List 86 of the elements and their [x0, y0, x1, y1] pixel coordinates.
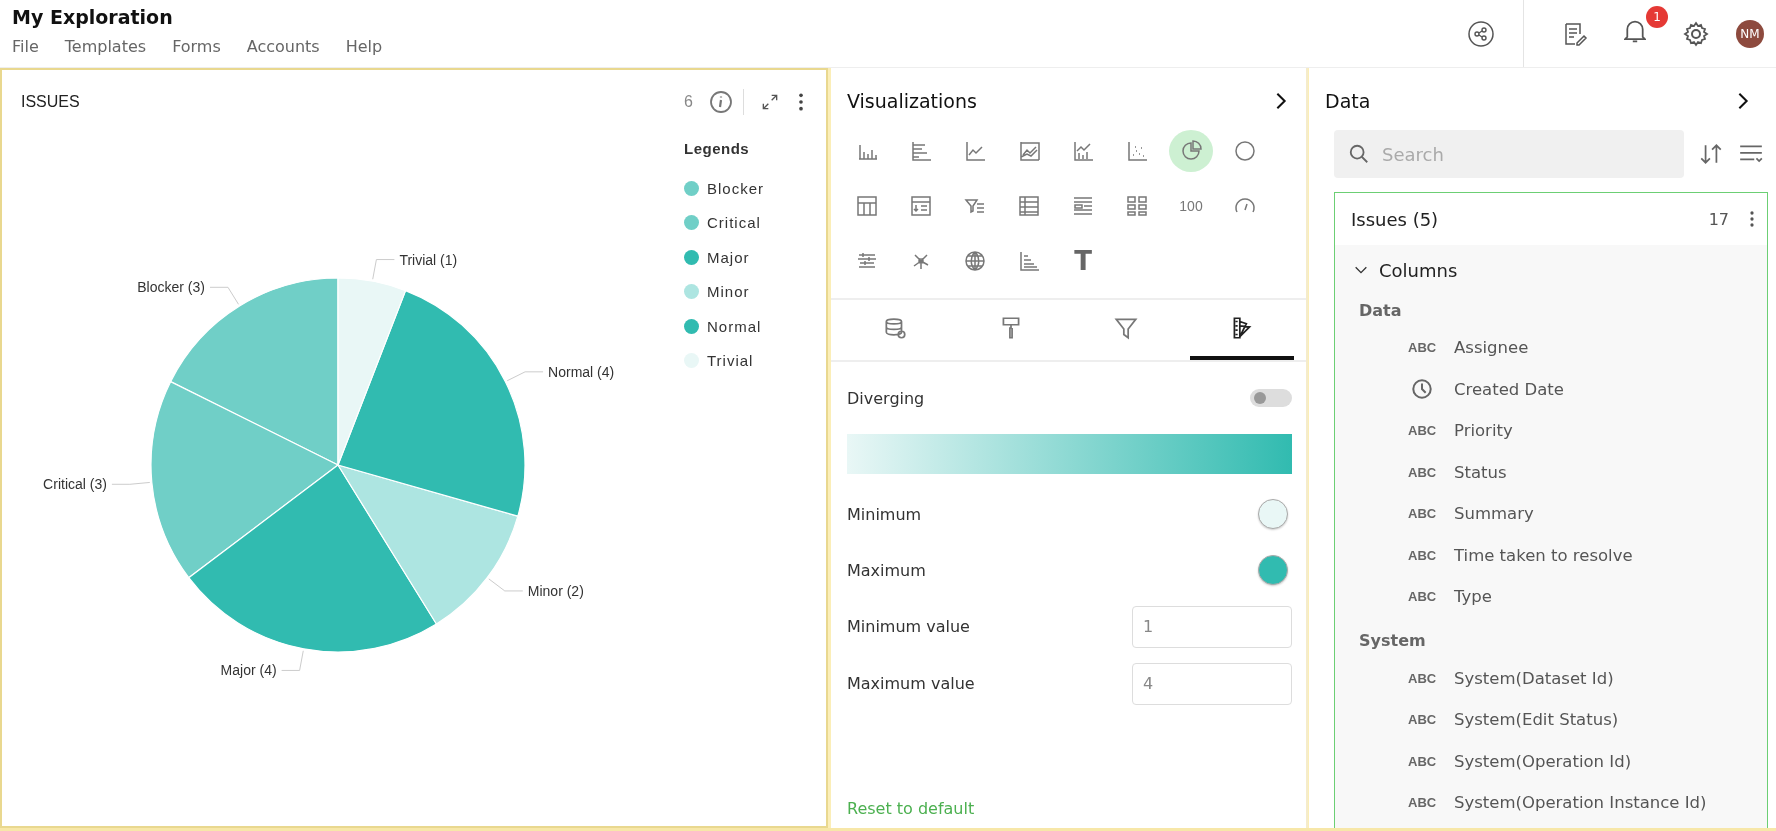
pie-slice[interactable] [337, 464, 519, 625]
share-icon[interactable] [1467, 19, 1495, 48]
notification-badge: 1 [1646, 5, 1668, 28]
slice-label: Trivial (1) [399, 251, 458, 268]
field-name[interactable]: Priority [1454, 421, 1513, 441]
field-name[interactable]: Summary [1454, 504, 1534, 524]
expand-icon[interactable] [760, 92, 780, 112]
type-label: ABC [1408, 712, 1437, 728]
legend-label[interactable]: Trivial [707, 352, 754, 370]
more-icon[interactable] [798, 92, 804, 112]
legend-title: Legends [684, 140, 751, 157]
menu-item[interactable]: Templates [64, 37, 147, 56]
leader-line [281, 650, 304, 671]
value-field[interactable]: 4 [1132, 662, 1292, 705]
slice-label: Critical (3) [43, 476, 107, 493]
legend-label[interactable]: Critical [707, 214, 761, 232]
menu-item[interactable]: Forms [172, 37, 221, 56]
leader-line [506, 371, 544, 382]
legend-label[interactable]: Minor [707, 283, 750, 301]
type-label: ABC [1408, 589, 1437, 605]
chart-title: ISSUES [21, 93, 80, 111]
setting-label: Diverging [847, 388, 925, 408]
record-count: 6 [684, 93, 693, 111]
value-field[interactable]: 1 [1132, 605, 1292, 648]
leader-line [488, 578, 524, 592]
field-name[interactable]: Assignee [1454, 338, 1529, 358]
type-label: ABC [1408, 340, 1437, 356]
section-title[interactable]: Columns [1379, 259, 1458, 281]
group-label: Data [1358, 299, 1403, 322]
field-name[interactable]: Time taken to resolve [1454, 545, 1633, 565]
menu-item[interactable]: File [12, 37, 39, 56]
field-name[interactable]: System(Operation Instance Id) [1454, 793, 1707, 813]
slice-label: Major (4) [220, 662, 277, 679]
type-label: ABC [1408, 753, 1437, 769]
color-swatch[interactable] [1258, 555, 1288, 585]
filter-icon [1113, 315, 1140, 341]
field-name[interactable]: System(Edit Status) [1454, 710, 1619, 730]
type-label: ABC [1408, 670, 1437, 686]
settings-icon[interactable] [1682, 19, 1710, 48]
app-title: My Exploration [12, 6, 174, 28]
slice-label: Minor (2) [527, 582, 584, 599]
dataset-name[interactable]: Issues (5) [1351, 208, 1709, 230]
setting-label: Minimum [847, 504, 922, 524]
setting-label: Maximum [847, 560, 926, 580]
type-label: ABC [1408, 423, 1437, 439]
chart-type-button[interactable]: 100 [1169, 185, 1213, 227]
color-swatch[interactable] [1258, 499, 1288, 529]
leader-line [372, 259, 395, 280]
setting-label: Minimum value [847, 617, 970, 636]
leader-line [209, 286, 239, 305]
pie-slice[interactable] [188, 464, 438, 653]
bell-icon[interactable] [1624, 19, 1646, 44]
search-field[interactable]: Search [1334, 130, 1684, 178]
legend-label[interactable]: Normal [707, 317, 762, 335]
type-label: ABC [1408, 795, 1437, 811]
pie-slice[interactable] [150, 381, 339, 579]
more-icon[interactable] [1749, 210, 1755, 228]
clock-icon [1411, 378, 1433, 401]
type-label: ABC [1408, 506, 1437, 522]
sort-icon[interactable] [1698, 141, 1724, 167]
type-label: ABC [1408, 547, 1437, 563]
info-icon[interactable] [709, 90, 733, 114]
legend-label[interactable]: Blocker [707, 179, 765, 197]
menu-item[interactable]: Accounts [246, 37, 320, 56]
chart-type-button[interactable]: T [1061, 240, 1105, 282]
pie-slice[interactable] [337, 277, 407, 466]
field-name[interactable]: Type [1454, 587, 1492, 607]
panel-title: Visualizations [847, 90, 977, 112]
field-name[interactable]: System(Dataset Id) [1454, 668, 1614, 688]
leader-line [111, 481, 151, 485]
field-name[interactable]: Status [1454, 462, 1507, 482]
panel-title: Data [1325, 90, 1371, 112]
slice-label: Blocker (3) [137, 279, 205, 296]
type-label: ABC [1408, 464, 1437, 480]
toggle-switch[interactable] [1250, 389, 1292, 407]
legend-label[interactable]: Major [707, 248, 750, 266]
field-count: 17 [1708, 209, 1729, 229]
field-name[interactable]: System(Operation Id) [1454, 751, 1632, 771]
menu-item[interactable]: Help [345, 37, 383, 56]
group-label: System [1358, 630, 1427, 652]
field-name[interactable]: Created Date [1454, 379, 1564, 399]
user-avatar[interactable]: NM [1736, 19, 1764, 48]
chart-type-icon[interactable] [1169, 130, 1213, 172]
pie-slice[interactable] [337, 290, 526, 517]
slice-label: Normal (4) [548, 363, 615, 380]
setting-label: Maximum value [847, 674, 975, 693]
